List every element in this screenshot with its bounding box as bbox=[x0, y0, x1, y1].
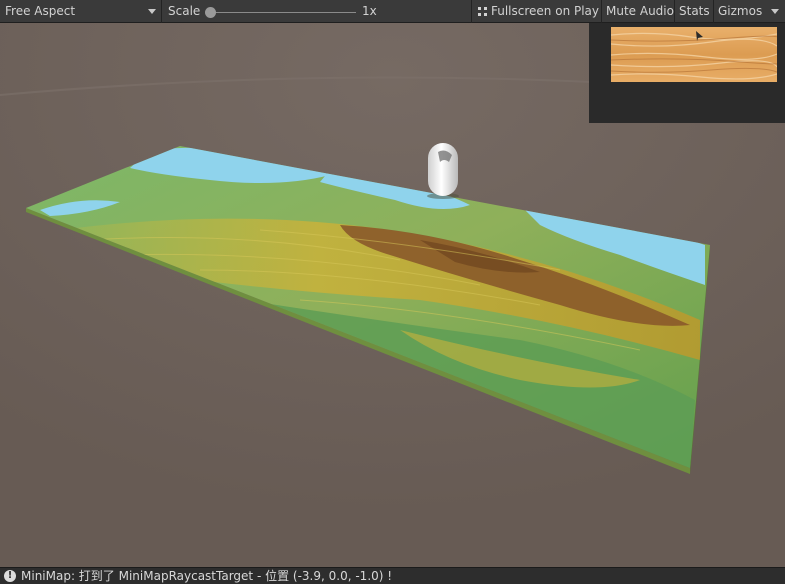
toolbar-divider bbox=[161, 0, 162, 23]
console-status-bar[interactable]: ! MiniMap: 打到了 MiniMapRaycastTarget - 位置… bbox=[0, 567, 785, 584]
aspect-dropdown-label[interactable]: Free Aspect bbox=[5, 0, 75, 23]
fullscreen-icon bbox=[478, 7, 487, 16]
scale-label: Scale bbox=[168, 4, 201, 18]
warning-icon: ! bbox=[4, 570, 16, 582]
minimap-image[interactable] bbox=[611, 27, 777, 82]
game-viewport[interactable] bbox=[0, 23, 785, 567]
fullscreen-on-play-label: Fullscreen on Play bbox=[491, 4, 600, 18]
toolbar-divider bbox=[471, 0, 472, 23]
gizmos-dropdown-arrow-icon[interactable] bbox=[771, 9, 779, 14]
fullscreen-on-play-toggle[interactable]: Fullscreen on Play bbox=[478, 0, 599, 23]
scale-slider-thumb[interactable] bbox=[205, 7, 216, 18]
mute-audio-toggle[interactable]: Mute Audio bbox=[606, 0, 674, 23]
gizmos-dropdown-label[interactable]: Gizmos bbox=[718, 0, 762, 23]
toolbar-divider bbox=[674, 0, 675, 23]
aspect-dropdown-arrow-icon[interactable] bbox=[148, 9, 156, 14]
minimap-panel[interactable] bbox=[589, 23, 785, 123]
toolbar-divider bbox=[601, 0, 602, 23]
status-message: MiniMap: 打到了 MiniMapRaycastTarget - 位置 (… bbox=[21, 569, 393, 583]
scale-slider-track[interactable] bbox=[211, 12, 356, 13]
player-capsule bbox=[427, 143, 459, 199]
game-view-toolbar: Free Aspect Scale 1x Fullscreen on Play … bbox=[0, 0, 785, 23]
toolbar-divider bbox=[713, 0, 714, 23]
stats-toggle[interactable]: Stats bbox=[679, 0, 710, 23]
scale-value: 1x bbox=[362, 4, 377, 18]
